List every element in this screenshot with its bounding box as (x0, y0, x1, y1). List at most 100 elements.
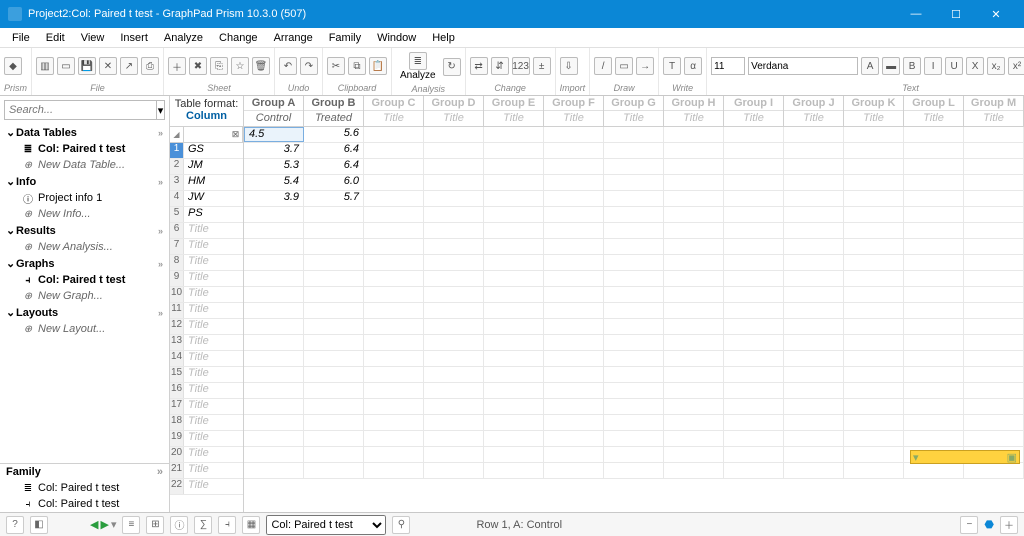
minimize-button[interactable]: — (896, 0, 936, 28)
cell[interactable] (304, 303, 364, 318)
cell[interactable] (244, 351, 304, 366)
open-file-icon[interactable]: ▭ (57, 57, 75, 75)
close-file-icon[interactable]: ✕ (99, 57, 117, 75)
cell[interactable] (724, 239, 784, 254)
cell[interactable] (544, 367, 604, 382)
cell[interactable] (364, 351, 424, 366)
cell[interactable] (724, 223, 784, 238)
text-icon[interactable]: T (663, 57, 681, 75)
cell[interactable] (424, 431, 484, 446)
cell[interactable] (904, 319, 964, 334)
cell[interactable] (604, 239, 664, 254)
nav-item[interactable]: ⫞Col: Paired t test (0, 272, 169, 288)
cell[interactable] (364, 271, 424, 286)
cell[interactable] (604, 351, 664, 366)
cell[interactable] (844, 143, 904, 158)
column-header[interactable]: Group CTitle (364, 96, 424, 126)
cell[interactable] (484, 271, 544, 286)
cell[interactable]: 5.4 (244, 175, 304, 190)
cell[interactable] (844, 271, 904, 286)
cell[interactable] (364, 447, 424, 462)
cell[interactable] (484, 287, 544, 302)
cell[interactable] (664, 143, 724, 158)
row-label[interactable]: Title (184, 255, 243, 270)
cell[interactable] (724, 143, 784, 158)
cell[interactable] (424, 255, 484, 270)
cell[interactable] (844, 431, 904, 446)
cell[interactable] (844, 303, 904, 318)
cell[interactable] (364, 159, 424, 174)
cell[interactable] (784, 255, 844, 270)
sheet-selector[interactable]: Col: Paired t test (266, 515, 386, 535)
cell[interactable] (304, 319, 364, 334)
column-header[interactable]: Group LTitle (904, 96, 964, 126)
cell[interactable] (664, 399, 724, 414)
underline-icon[interactable]: U (945, 57, 963, 75)
cell[interactable] (244, 447, 304, 462)
cell[interactable] (604, 431, 664, 446)
cell[interactable] (844, 463, 904, 478)
cell[interactable] (544, 335, 604, 350)
row-label[interactable]: Title (184, 383, 243, 398)
column-header[interactable]: Group HTitle (664, 96, 724, 126)
zoom-out-icon[interactable]: − (960, 516, 978, 534)
cell[interactable] (664, 367, 724, 382)
cell[interactable] (784, 175, 844, 190)
cell[interactable] (424, 351, 484, 366)
cell[interactable] (424, 271, 484, 286)
cell[interactable] (964, 367, 1024, 382)
column-header[interactable]: Group MTitle (964, 96, 1024, 126)
cell[interactable] (964, 399, 1024, 414)
star-sheet-icon[interactable]: ☆ (231, 57, 249, 75)
row-header[interactable]: 3HM (170, 175, 243, 191)
cell[interactable] (844, 447, 904, 462)
menu-edit[interactable]: Edit (38, 30, 73, 46)
nav-header-info[interactable]: ⌄Info» (0, 173, 169, 190)
cell[interactable] (784, 223, 844, 238)
cell[interactable] (964, 303, 1024, 318)
cell[interactable] (964, 159, 1024, 174)
cell[interactable] (844, 287, 904, 302)
maximize-button[interactable]: ☐ (936, 0, 976, 28)
cell[interactable] (484, 239, 544, 254)
ch4-icon[interactable]: ± (533, 57, 551, 75)
cell[interactable] (604, 127, 664, 142)
help-icon[interactable]: ? (6, 516, 24, 534)
cell[interactable] (484, 415, 544, 430)
row-header[interactable]: 21Title (170, 463, 243, 479)
cell[interactable] (304, 335, 364, 350)
cell[interactable] (664, 175, 724, 190)
cell[interactable] (544, 207, 604, 222)
cell[interactable] (484, 127, 544, 142)
nav-item[interactable]: ⊕New Graph... (0, 288, 169, 304)
cell[interactable] (544, 127, 604, 142)
cell[interactable] (664, 335, 724, 350)
row-header[interactable]: 19Title (170, 431, 243, 447)
cell[interactable] (304, 271, 364, 286)
column-header[interactable]: Group KTitle (844, 96, 904, 126)
next-sheet-button[interactable]: ▶ (100, 518, 108, 531)
search-dropdown-button[interactable]: ▾ (157, 100, 165, 120)
row-label[interactable]: Title (184, 271, 243, 286)
cell[interactable] (244, 415, 304, 430)
column-header[interactable]: Group FTitle (544, 96, 604, 126)
cell[interactable] (244, 367, 304, 382)
cell[interactable] (424, 319, 484, 334)
cell[interactable] (484, 223, 544, 238)
strike-icon[interactable]: X (966, 57, 984, 75)
row-label[interactable]: PS (184, 207, 243, 222)
nav-item[interactable]: ⊕New Layout... (0, 321, 169, 337)
cell[interactable] (424, 223, 484, 238)
cell[interactable] (364, 239, 424, 254)
menu-insert[interactable]: Insert (112, 30, 156, 46)
cell[interactable] (544, 431, 604, 446)
row-label[interactable]: Title (184, 415, 243, 430)
cell[interactable] (784, 271, 844, 286)
cell[interactable] (544, 303, 604, 318)
cell[interactable] (424, 143, 484, 158)
family-item[interactable]: ⫞Col: Paired t test (0, 496, 169, 512)
cell[interactable] (844, 207, 904, 222)
cell[interactable] (784, 207, 844, 222)
cell[interactable] (904, 287, 964, 302)
cell[interactable] (364, 335, 424, 350)
